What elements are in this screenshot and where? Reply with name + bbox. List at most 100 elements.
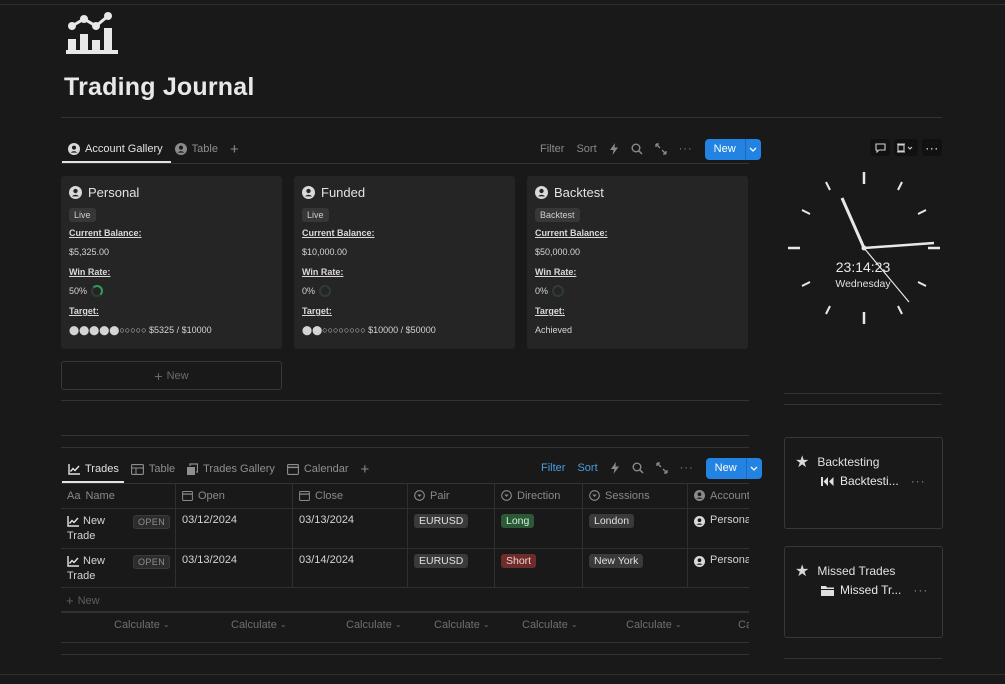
add-view-button[interactable]: + (224, 137, 245, 161)
automation-button[interactable] (604, 457, 626, 479)
more-button[interactable]: ··· (674, 457, 700, 479)
chevron-down-icon: ⌄ (482, 620, 490, 629)
direction-cell[interactable]: Short (495, 549, 583, 587)
status-badge: Live (69, 208, 96, 222)
balance-label: Current Balance: (302, 228, 375, 238)
calendar-icon (182, 490, 193, 501)
chevron-down-icon[interactable] (745, 457, 762, 479)
comment-button[interactable] (870, 139, 890, 156)
column-header-name[interactable]: Aa Name (61, 483, 176, 508)
session-cell[interactable]: London (583, 509, 688, 548)
close-date-cell[interactable]: 03/14/2024 (293, 549, 408, 587)
missed-trades-link[interactable]: Missed Tr... ··· (821, 583, 928, 597)
open-date-cell[interactable]: 03/12/2024 (176, 509, 293, 548)
winrate-row: 50% (69, 285, 104, 297)
column-header-close[interactable]: Close (293, 483, 408, 508)
column-header-direction[interactable]: Direction (495, 483, 583, 508)
missed-trades-card[interactable]: ★ Missed Trades Missed Tr... ··· (784, 546, 943, 638)
divider (61, 435, 749, 436)
add-account-button[interactable]: + New (61, 361, 282, 390)
pair-cell[interactable]: EURUSD (408, 509, 495, 548)
more-icon[interactable]: ··· (913, 583, 928, 597)
account-cell[interactable]: Personal (688, 509, 749, 548)
backtesting-card[interactable]: ★ Backtesting Backtesti... ··· (784, 437, 943, 529)
balance-value: $5,325.00 (69, 247, 110, 257)
tab-calendar[interactable]: Calendar (281, 457, 355, 481)
add-row-button[interactable]: + New (61, 588, 749, 612)
trades-toolbar: Filter Sort ··· New (535, 457, 762, 479)
trade-name: New Trade (67, 555, 106, 582)
more-icon: ··· (678, 143, 693, 155)
column-header-sessions[interactable]: Sessions (583, 483, 688, 508)
filter-button[interactable]: Filter (534, 138, 570, 160)
expand-button[interactable] (650, 457, 674, 479)
calculate-sessions[interactable]: Calculate ⌄ (626, 612, 682, 637)
more-icon[interactable]: ··· (911, 474, 926, 488)
tab-trades[interactable]: Trades (62, 457, 125, 481)
calculate-open[interactable]: Calculate ⌄ (231, 612, 287, 637)
person-icon (174, 143, 187, 155)
column-header-open[interactable]: Open (176, 483, 293, 508)
tab-account-gallery[interactable]: Account Gallery (62, 137, 169, 161)
widget-toolbar: ··· (870, 139, 942, 156)
add-row[interactable]: + New (66, 593, 100, 608)
session-cell[interactable]: New York (583, 549, 688, 587)
person-icon (694, 490, 705, 501)
session-tag: New York (589, 554, 644, 568)
backtesting-link[interactable]: Backtesti... ··· (821, 474, 926, 488)
search-button[interactable] (625, 138, 649, 160)
calculate-account[interactable]: Ca (738, 612, 749, 637)
table-row[interactable]: New Trade OPEN 03/13/2024 03/14/2024 EUR… (61, 549, 749, 588)
calculate-close[interactable]: Calculate ⌄ (346, 612, 402, 637)
embed-settings-button[interactable] (894, 139, 918, 156)
account-card-funded[interactable]: Funded Live Current Balance: $10,000.00 … (294, 176, 515, 349)
text-property-icon: Aa (67, 489, 81, 502)
account-card-personal[interactable]: Personal Live Current Balance: $5,325.00… (61, 176, 282, 349)
chevron-down-icon: ⌄ (570, 620, 578, 629)
person-icon (694, 556, 705, 567)
automation-button[interactable] (603, 138, 625, 160)
new-button[interactable]: New (705, 457, 762, 479)
calculate-direction[interactable]: Calculate ⌄ (522, 612, 578, 637)
open-badge[interactable]: OPEN (133, 515, 171, 529)
sort-button[interactable]: Sort (570, 138, 602, 160)
card-title: Backtest (535, 185, 604, 200)
calendar-icon (286, 463, 299, 475)
balance-label: Current Balance: (69, 228, 142, 238)
tab-table[interactable]: Table (125, 457, 181, 481)
new-button[interactable]: New (704, 138, 761, 160)
name-cell[interactable]: New Trade OPEN (61, 509, 176, 548)
filter-button[interactable]: Filter (535, 457, 571, 479)
lightning-icon (610, 462, 619, 474)
expand-button[interactable] (649, 138, 673, 160)
search-icon (632, 462, 644, 474)
account-card-backtest[interactable]: Backtest Backtest Current Balance: $50,0… (527, 176, 748, 349)
account-cell[interactable]: Personal (688, 549, 749, 587)
calculate-pair[interactable]: Calculate ⌄ (434, 612, 490, 637)
open-badge[interactable]: OPEN (133, 555, 171, 569)
sort-button[interactable]: Sort (571, 457, 603, 479)
close-date-cell[interactable]: 03/13/2024 (293, 509, 408, 548)
name-cell[interactable]: New Trade OPEN (61, 549, 176, 587)
column-header-pair[interactable]: Pair (408, 483, 495, 508)
target-value: Achieved (535, 325, 573, 335)
winrate-value: 50% (69, 286, 88, 296)
calculate-name[interactable]: Calculate ⌄ (114, 612, 170, 637)
card-title: Personal (69, 185, 139, 200)
table-row[interactable]: New Trade OPEN 03/12/2024 03/13/2024 EUR… (61, 509, 749, 549)
search-button[interactable] (626, 457, 650, 479)
widget-more-button[interactable]: ··· (922, 139, 942, 156)
open-date-cell[interactable]: 03/13/2024 (176, 549, 293, 587)
card-title-label: Missed Trades (817, 564, 896, 578)
add-view-button[interactable]: + (355, 457, 376, 481)
calculate-label: Calculate (434, 618, 480, 631)
more-button[interactable]: ··· (673, 138, 699, 160)
tab-account-table[interactable]: Table (169, 137, 224, 161)
tab-label: Account Gallery (85, 143, 163, 155)
chevron-down-icon[interactable] (744, 138, 761, 160)
direction-cell[interactable]: Long (495, 509, 583, 548)
direction-tag: Long (501, 514, 535, 528)
tab-trades-gallery[interactable]: Trades Gallery (181, 457, 281, 481)
pair-cell[interactable]: EURUSD (408, 549, 495, 587)
column-header-account[interactable]: Account (688, 483, 749, 508)
